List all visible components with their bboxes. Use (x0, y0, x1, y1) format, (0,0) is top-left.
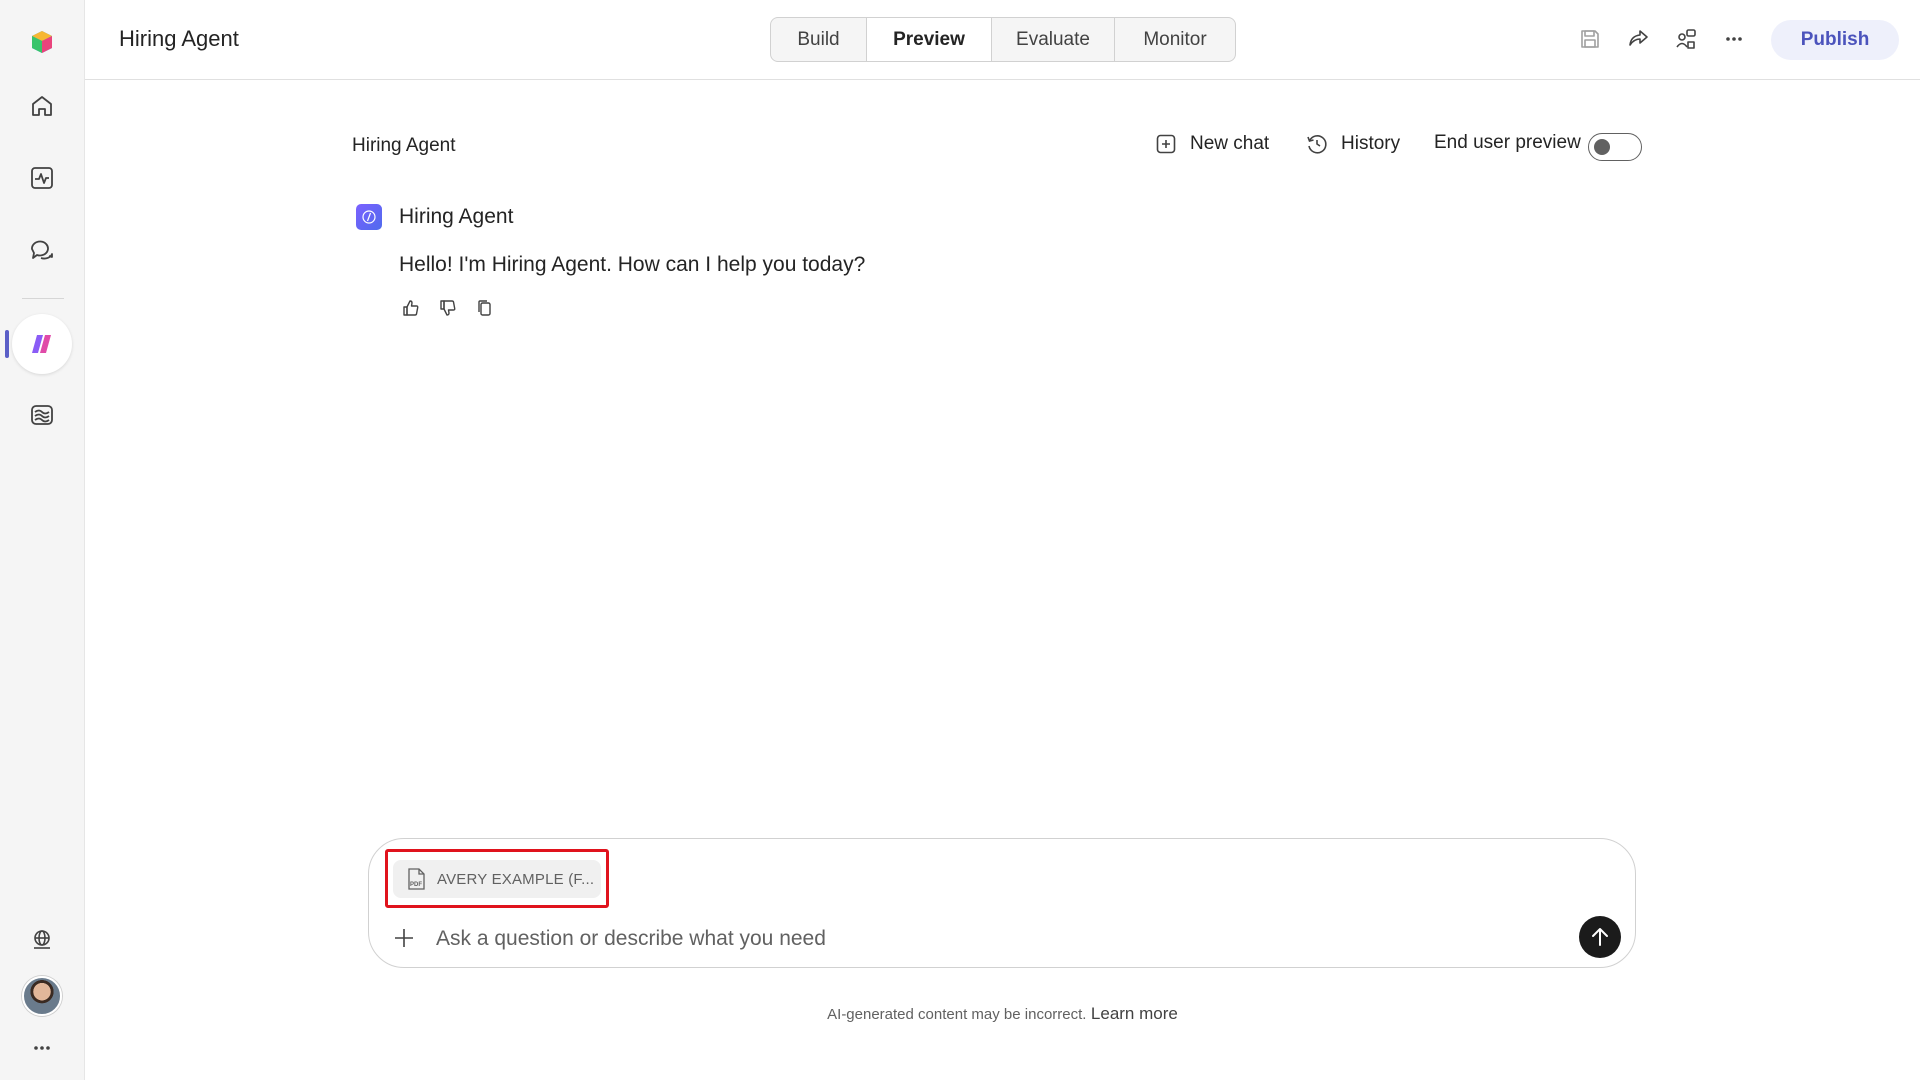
thumbs-up-icon[interactable] (399, 296, 423, 320)
tab-monitor[interactable]: Monitor (1115, 18, 1235, 61)
top-bar: Hiring Agent Build Preview Evaluate Moni… (85, 0, 1920, 80)
attachment-chip[interactable]: PDF AVERY EXAMPLE (F... (393, 860, 601, 898)
active-indicator (5, 330, 9, 358)
bot-avatar-icon (356, 204, 382, 230)
home-icon[interactable] (12, 76, 72, 136)
sidebar-divider (22, 298, 64, 299)
end-user-preview-toggle[interactable] (1588, 133, 1642, 161)
thumbs-down-icon[interactable] (436, 296, 460, 320)
copy-icon[interactable] (473, 296, 497, 320)
new-chat-icon (1156, 134, 1176, 154)
connect-icon[interactable] (1671, 24, 1701, 54)
more-options-icon[interactable] (1719, 24, 1749, 54)
disclaimer-text: AI-generated content may be incorrect. (827, 1006, 1087, 1023)
left-rail (0, 0, 85, 1080)
toggle-knob (1594, 139, 1610, 155)
publish-button[interactable]: Publish (1771, 20, 1899, 60)
pdf-file-icon: PDF (408, 868, 425, 890)
activity-icon[interactable] (12, 148, 72, 208)
chat-icon[interactable] (12, 220, 72, 280)
history-icon (1307, 135, 1327, 154)
end-user-preview-label: End user preview (1434, 132, 1581, 154)
globe-icon[interactable] (12, 910, 72, 970)
tab-preview[interactable]: Preview (867, 18, 992, 61)
ai-disclaimer: AI-generated content may be incorrect. L… (0, 1004, 1920, 1024)
add-attachment-icon[interactable] (390, 924, 418, 952)
arrow-up-icon (1592, 928, 1608, 946)
new-chat-label: New chat (1190, 133, 1270, 154)
library-icon[interactable] (12, 385, 72, 445)
new-chat-button[interactable]: New chat (1154, 132, 1269, 156)
history-button[interactable]: History (1305, 132, 1400, 156)
message-sender: Hiring Agent (399, 205, 514, 228)
share-icon[interactable] (1623, 24, 1653, 54)
chat-title: Hiring Agent (352, 135, 456, 156)
tab-build[interactable]: Build (771, 18, 867, 61)
tab-evaluate[interactable]: Evaluate (992, 18, 1115, 61)
app-title: Hiring Agent (119, 26, 239, 51)
attachment-name: AVERY EXAMPLE (F... (437, 870, 595, 888)
more-icon[interactable] (12, 1018, 72, 1078)
send-button[interactable] (1579, 916, 1621, 958)
pdf-label: PDF (410, 882, 422, 888)
learn-more-link[interactable]: Learn more (1091, 1004, 1178, 1023)
agent-icon[interactable] (12, 314, 72, 374)
message-input[interactable] (436, 922, 1556, 956)
history-label: History (1341, 133, 1401, 154)
end-user-preview-text: End user preview (1434, 132, 1581, 153)
mode-tabs: Build Preview Evaluate Monitor (770, 17, 1236, 62)
save-icon[interactable] (1575, 24, 1605, 54)
copilot-logo-icon[interactable] (12, 12, 72, 72)
message-text: Hello! I'm Hiring Agent. How can I help … (399, 253, 866, 276)
